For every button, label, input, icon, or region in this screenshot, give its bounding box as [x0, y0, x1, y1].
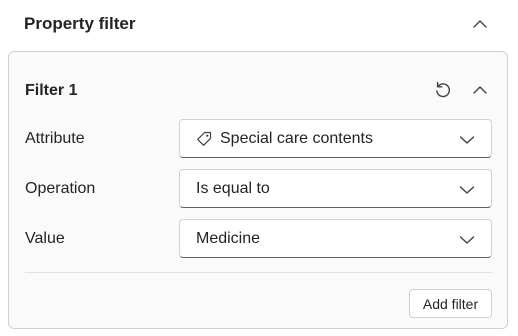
filter-card: Filter 1 Attribute Special care contents	[8, 51, 508, 329]
operation-dropdown[interactable]: Is equal to	[179, 169, 492, 208]
chevron-down-icon	[459, 133, 475, 151]
divider	[25, 272, 492, 273]
operation-label: Operation	[25, 180, 96, 197]
operation-value: Is equal to	[196, 180, 270, 197]
add-filter-button[interactable]: Add filter	[409, 289, 492, 318]
attribute-label: Attribute	[25, 130, 85, 147]
panel-header: Property filter	[0, 0, 518, 50]
chevron-down-icon	[459, 183, 475, 201]
filter-title: Filter 1	[25, 82, 78, 99]
reset-icon[interactable]	[431, 78, 455, 102]
property-filter-panel: Property filter Filter 1 Attribute Speci…	[0, 0, 518, 336]
attribute-value: Special care contents	[220, 130, 373, 147]
chevron-up-icon[interactable]	[468, 12, 492, 36]
attribute-dropdown[interactable]: Special care contents	[179, 119, 492, 158]
chevron-down-icon	[459, 233, 475, 251]
chevron-up-icon[interactable]	[468, 78, 492, 102]
value-dropdown[interactable]: Medicine	[179, 219, 492, 258]
value-value: Medicine	[196, 230, 261, 247]
value-label: Value	[25, 230, 65, 247]
tag-icon	[196, 131, 212, 152]
panel-title: Property filter	[24, 14, 136, 33]
